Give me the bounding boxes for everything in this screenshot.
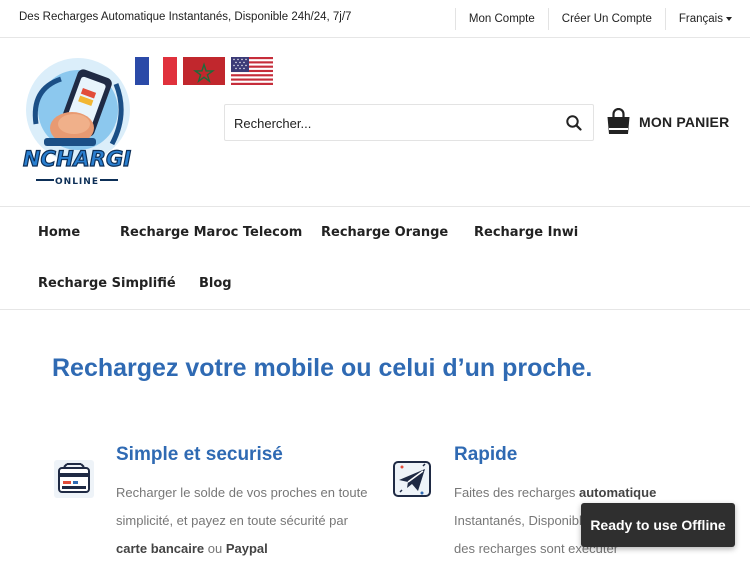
logo-subtitle: ONLINE: [55, 177, 99, 187]
offline-ready-toast[interactable]: Ready to use Offline: [581, 503, 735, 547]
nav-item-recharge-simplifie[interactable]: Recharge Simplifié: [38, 276, 176, 291]
nav-item-recharge-maroc-telecom[interactable]: Recharge Maroc Telecom: [120, 225, 302, 240]
site-logo[interactable]: NCHARGI ONLINE: [16, 54, 138, 190]
shopping-bag-icon: [607, 108, 630, 134]
create-account-link[interactable]: Créer Un Compte: [547, 8, 665, 30]
feature-title: Rapide: [454, 444, 518, 465]
caret-down-icon: [726, 16, 732, 21]
france-flag-icon: [135, 57, 177, 85]
top-links: Mon Compte Créer Un Compte Français: [454, 0, 750, 38]
language-flags: [135, 57, 273, 85]
tagline: Des Recharges Automatique Instantanés, D…: [19, 11, 352, 23]
cart-button[interactable]: MON PANIER: [606, 108, 729, 135]
flag-usa[interactable]: [231, 57, 273, 85]
search-box: [224, 104, 594, 141]
morocco-flag-icon: [183, 57, 225, 85]
nav-item-home[interactable]: Home: [38, 225, 80, 240]
paper-plane-icon: [390, 458, 434, 500]
feature-title: Simple et securisé: [116, 444, 283, 465]
hero-title: Rechargez votre mobile ou celui d’un pro…: [52, 354, 593, 382]
feature-text: Recharger le solde de vos proches en tou…: [116, 485, 368, 556]
logo-image: NCHARGI ONLINE: [22, 58, 132, 187]
search-input[interactable]: [234, 113, 554, 133]
paypal-label: Paypal: [225, 541, 268, 556]
main-navigation: Home Recharge Maroc Telecom Recharge Ora…: [0, 206, 750, 310]
cart-label: MON PANIER: [639, 113, 730, 130]
nav-item-recharge-orange[interactable]: Recharge Orange: [321, 225, 448, 240]
top-bar: Des Recharges Automatique Instantanés, D…: [0, 0, 750, 38]
language-label: Français: [678, 13, 723, 25]
search-icon[interactable]: [565, 114, 583, 132]
credit-card-terminal-icon: [52, 458, 96, 500]
nav-item-recharge-inwi[interactable]: Recharge Inwi: [474, 225, 578, 240]
flag-morocco[interactable]: [183, 57, 225, 85]
nav-item-blog[interactable]: Blog: [199, 276, 232, 291]
toast-text: Ready to use Offline: [590, 517, 726, 533]
automatic-label: automatique: [579, 485, 657, 500]
logo-wordmark: NCHARGI: [23, 147, 131, 171]
usa-flag-icon: [231, 57, 273, 85]
language-selector[interactable]: Français: [664, 8, 750, 30]
my-account-link[interactable]: Mon Compte: [454, 8, 548, 30]
flag-france[interactable]: [135, 57, 177, 85]
card-payment-label: carte bancaire: [116, 541, 205, 556]
